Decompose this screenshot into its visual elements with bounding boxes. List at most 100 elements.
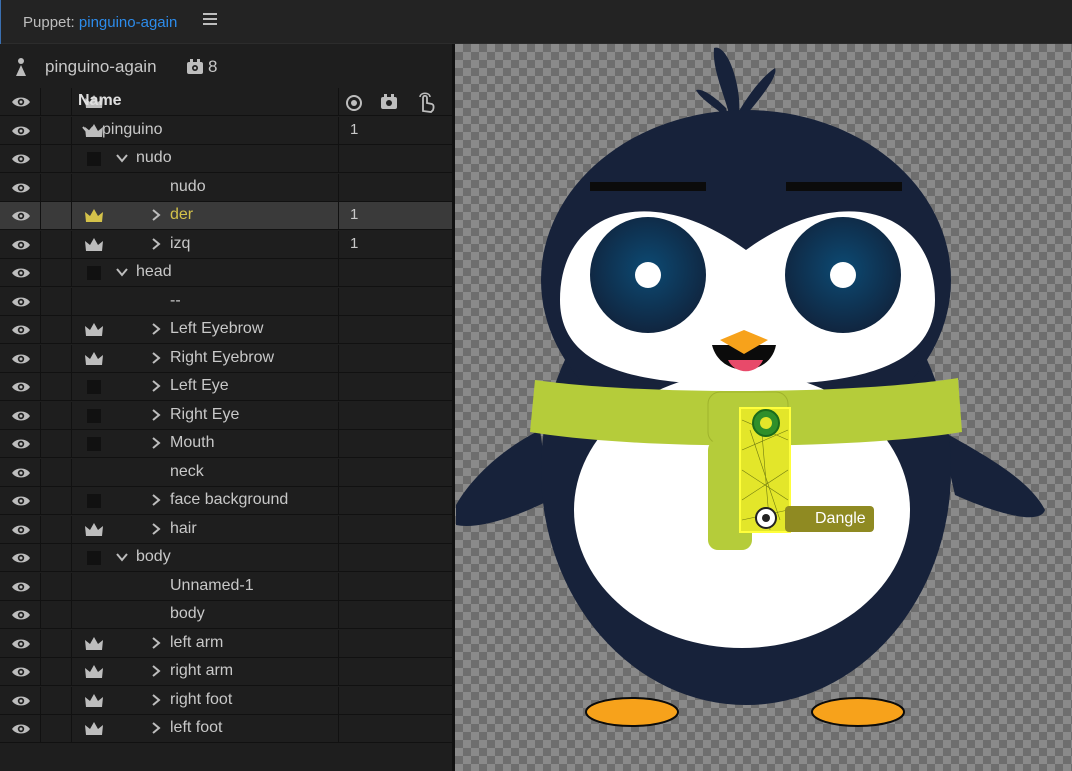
- visibility-eye-icon[interactable]: [11, 152, 31, 166]
- dangle-tag[interactable]: Dangle: [785, 506, 874, 532]
- visibility-eye-icon[interactable]: [11, 181, 31, 195]
- visibility-eye-icon[interactable]: [11, 523, 31, 537]
- layer-row[interactable]: izq 1: [0, 230, 452, 259]
- layer-row[interactable]: Left Eye: [0, 373, 452, 401]
- visibility-eye-icon[interactable]: [11, 637, 31, 651]
- layer-row[interactable]: Unnamed-1: [0, 572, 452, 601]
- layer-name: head: [136, 263, 172, 280]
- visibility-eye-icon[interactable]: [11, 580, 31, 594]
- chevron-down-icon[interactable]: [115, 150, 129, 166]
- chevron-down-icon[interactable]: [115, 549, 129, 565]
- chevron-right-icon[interactable]: [149, 521, 163, 537]
- draggable-column-icon[interactable]: [416, 91, 436, 113]
- visibility-eye-icon[interactable]: [11, 295, 31, 309]
- visibility-eye-icon[interactable]: [11, 694, 31, 708]
- dangle-handle-icon[interactable]: [755, 507, 777, 529]
- chevron-right-icon[interactable]: [149, 378, 163, 394]
- layer-row[interactable]: nudo: [0, 173, 452, 202]
- visibility-eye-icon[interactable]: [11, 608, 31, 622]
- scene-canvas[interactable]: Dangle: [455, 44, 1072, 771]
- layer-row[interactable]: --: [0, 287, 452, 316]
- layer-name: izq: [170, 234, 191, 252]
- layer-row[interactable]: left arm: [0, 629, 452, 658]
- layer-name: Left Eye: [170, 377, 229, 394]
- chevron-right-icon[interactable]: [149, 720, 163, 736]
- panel-accent: [0, 0, 6, 44]
- layer-name: left foot: [170, 719, 223, 736]
- handle-column-icon[interactable]: [380, 94, 398, 110]
- visibility-eye-icon[interactable]: [11, 238, 31, 252]
- left-arm[interactable]: [456, 430, 550, 526]
- dangle-label: Dangle: [815, 510, 866, 527]
- visibility-eye-icon[interactable]: [11, 722, 31, 736]
- column-header-row: Name: [0, 88, 452, 116]
- layer-name: der: [170, 206, 194, 223]
- panel-label: Puppet:: [23, 14, 75, 31]
- visibility-eye-icon[interactable]: [11, 409, 31, 423]
- layer-row[interactable]: head: [0, 259, 452, 287]
- chevron-right-icon[interactable]: [149, 350, 163, 366]
- name-column-header[interactable]: Name: [78, 92, 122, 110]
- left-eyebrow[interactable]: [590, 182, 706, 191]
- chevron-right-icon[interactable]: [149, 692, 163, 708]
- chevron-down-icon[interactable]: [81, 122, 95, 138]
- layer-row[interactable]: right arm: [0, 658, 452, 686]
- visibility-eye-icon[interactable]: [11, 95, 31, 109]
- visibility-eye-icon[interactable]: [11, 551, 31, 565]
- handle-number: 1: [350, 120, 359, 138]
- layer-name: left arm: [170, 633, 224, 651]
- puppet-title-link[interactable]: pinguino-again: [79, 14, 177, 31]
- visibility-eye-icon[interactable]: [11, 466, 31, 480]
- layer-name: --: [170, 291, 181, 309]
- layer-row[interactable]: Mouth: [0, 430, 452, 458]
- visibility-eye-icon[interactable]: [11, 494, 31, 508]
- chevron-right-icon[interactable]: [149, 407, 163, 423]
- layer-row[interactable]: hair: [0, 515, 452, 544]
- chevron-right-icon[interactable]: [149, 321, 163, 337]
- right-arm[interactable]: [940, 430, 1045, 518]
- layer-name: right foot: [170, 690, 233, 708]
- layer-row[interactable]: body: [0, 601, 452, 629]
- visibility-eye-icon[interactable]: [11, 209, 31, 223]
- layer-row[interactable]: Right Eye: [0, 401, 452, 430]
- layer-name: Unnamed-1: [170, 576, 254, 594]
- chevron-down-icon[interactable]: [115, 264, 129, 280]
- chevron-right-icon[interactable]: [149, 492, 163, 508]
- layer-row[interactable]: body: [0, 544, 452, 572]
- layer-row[interactable]: Left Eyebrow: [0, 316, 452, 344]
- left-foot[interactable]: [811, 697, 905, 727]
- visibility-eye-icon[interactable]: [11, 266, 31, 280]
- visibility-eye-icon[interactable]: [11, 437, 31, 451]
- puppet-summary: pinguino-again 8: [0, 44, 452, 88]
- layer-name: Left Eyebrow: [170, 320, 264, 337]
- layer-name: right arm: [170, 662, 234, 679]
- layer-row[interactable]: right foot: [0, 686, 452, 715]
- layer-row[interactable]: face background: [0, 487, 452, 515]
- visibility-eye-icon[interactable]: [11, 380, 31, 394]
- right-eyebrow[interactable]: [786, 182, 902, 191]
- puppet-panel: pinguino-again 8 Name pinguino 1 nudo nudo de…: [0, 44, 452, 771]
- handle-number: 1: [350, 206, 359, 223]
- layer-row[interactable]: left foot: [0, 715, 452, 743]
- visibility-eye-icon[interactable]: [11, 124, 31, 138]
- pin-column-icon[interactable]: [345, 94, 363, 112]
- layer-row[interactable]: der 1: [0, 202, 452, 230]
- puppet-icon: [16, 58, 26, 76]
- layer-row[interactable]: nudo: [0, 145, 452, 173]
- layer-row[interactable]: neck: [0, 458, 452, 487]
- chevron-right-icon[interactable]: [149, 635, 163, 651]
- chevron-right-icon[interactable]: [149, 435, 163, 451]
- layer-row[interactable]: pinguino 1: [0, 116, 452, 145]
- visibility-eye-icon[interactable]: [11, 665, 31, 679]
- layer-name: pinguino: [102, 120, 163, 138]
- chevron-right-icon[interactable]: [149, 663, 163, 679]
- hair-tuft: [696, 47, 776, 121]
- chevron-right-icon[interactable]: [149, 207, 163, 223]
- chevron-right-icon[interactable]: [149, 236, 163, 252]
- penguin-artwork: [456, 47, 1045, 727]
- layer-row[interactable]: Right Eyebrow: [0, 344, 452, 373]
- visibility-eye-icon[interactable]: [11, 352, 31, 366]
- panel-menu-icon[interactable]: [203, 13, 217, 27]
- right-foot[interactable]: [585, 697, 679, 727]
- visibility-eye-icon[interactable]: [11, 323, 31, 337]
